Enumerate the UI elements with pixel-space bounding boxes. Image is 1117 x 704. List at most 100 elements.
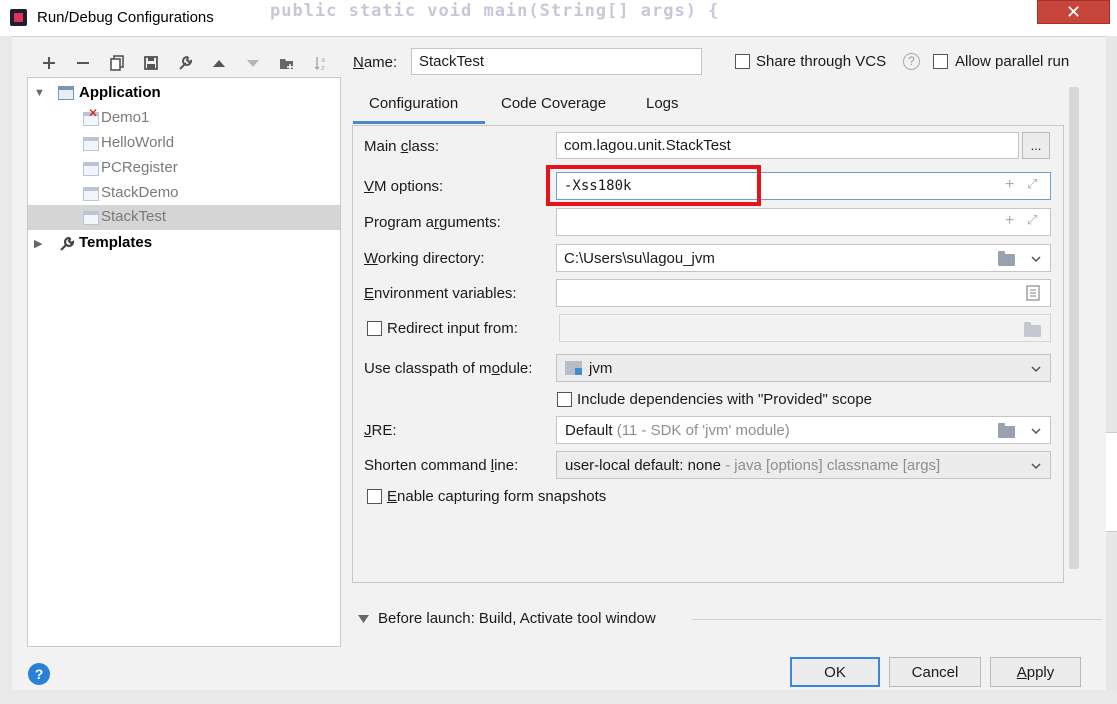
active-tab-indicator <box>353 121 485 124</box>
classpath-value: jvm <box>589 359 613 377</box>
program-arguments-label: Program arguments: <box>364 214 501 231</box>
jre-label: JRE: <box>364 422 397 439</box>
config-icon <box>83 162 99 176</box>
title-bar: Run/Debug Configurations public static v… <box>0 0 1117 36</box>
browse-main-class-button[interactable]: ... <box>1022 132 1050 159</box>
chevron-down-icon[interactable]: ▼ <box>34 87 45 99</box>
configuration-tree[interactable]: ▼ Application ✕ Demo1 HelloWorld PCRegis… <box>27 77 341 647</box>
cancel-button[interactable]: Cancel <box>889 657 981 687</box>
form-snapshots-label: Enable capturing form snapshots <box>387 488 607 505</box>
tree-item-pcregister[interactable]: PCRegister <box>28 156 340 181</box>
form-snapshots-checkbox[interactable] <box>367 489 382 504</box>
chevron-right-icon[interactable]: ▶ <box>34 237 42 250</box>
apply-button[interactable]: Apply <box>990 657 1081 687</box>
working-directory-label: Working directory: <box>364 250 485 267</box>
tree-item-demo1[interactable]: ✕ Demo1 <box>28 106 340 131</box>
chevron-down-icon[interactable] <box>1031 254 1041 264</box>
share-vcs-checkbox[interactable] <box>735 54 750 69</box>
folder-icon <box>1024 322 1041 337</box>
allow-parallel-checkbox[interactable] <box>933 54 948 69</box>
run-debug-dialog: az ▼ Application ✕ Demo1 HelloWorld PCRe… <box>12 36 1106 690</box>
add-icon[interactable]: + <box>1005 212 1014 230</box>
redirect-input-field <box>559 314 1051 342</box>
environment-variables-input[interactable] <box>556 279 1051 307</box>
tree-item-label: Templates <box>79 234 153 251</box>
intellij-app-icon <box>10 9 27 26</box>
background-editor-code: public static void main(String[] args) { <box>270 1 720 21</box>
move-up-icon[interactable] <box>202 51 236 75</box>
chevron-down-icon[interactable] <box>1031 364 1041 374</box>
background-editor-left <box>0 36 12 704</box>
add-icon[interactable] <box>32 51 66 75</box>
document-icon[interactable] <box>1026 285 1040 301</box>
tree-item-helloworld[interactable]: HelloWorld <box>28 131 340 156</box>
config-icon <box>83 211 99 225</box>
tab-code-coverage[interactable]: Code Coverage <box>501 95 606 112</box>
sort-icon[interactable]: az <box>304 51 338 75</box>
jre-detail: (11 - SDK of 'jvm' module) <box>616 421 790 439</box>
tree-item-label: StackTest <box>101 208 167 225</box>
collapse-arrow-icon[interactable] <box>358 615 369 624</box>
jre-select[interactable]: Default (11 - SDK of 'jvm' module) <box>556 416 1051 444</box>
error-icon: ✕ <box>88 106 99 120</box>
shorten-value: user-local default: none <box>565 456 721 474</box>
add-icon[interactable]: + <box>1005 176 1014 194</box>
ok-button[interactable]: OK <box>790 657 880 687</box>
wrench-icon <box>58 235 76 257</box>
highlight-annotation <box>546 165 761 206</box>
save-icon[interactable] <box>134 51 168 75</box>
working-directory-input[interactable]: C:\Users\su\lagou_jvm <box>556 244 1051 272</box>
jre-value: Default <box>565 421 613 439</box>
tab-logs[interactable]: Logs <box>646 95 679 112</box>
background-editor-fragment <box>1106 432 1117 532</box>
background-editor-bottom <box>0 690 1117 704</box>
tree-item-label: PCRegister <box>101 159 178 176</box>
tree-item-label: Demo1 <box>101 109 150 126</box>
expand-icon[interactable]: ⤢ <box>1027 176 1037 192</box>
shorten-command-line-label: Shorten command line: <box>364 457 519 474</box>
help-icon[interactable]: ? <box>903 53 920 70</box>
help-button[interactable]: ? <box>28 663 50 685</box>
scrollbar-thumb[interactable] <box>1069 87 1079 569</box>
expand-icon[interactable]: ⤢ <box>1027 212 1037 228</box>
background-editor-right <box>1106 36 1117 704</box>
window-title: Run/Debug Configurations <box>37 9 214 26</box>
window-close-button[interactable]: ✕ <box>1037 0 1110 24</box>
include-dependencies-checkbox[interactable] <box>557 392 572 407</box>
wrench-icon[interactable] <box>168 51 202 75</box>
chevron-down-icon[interactable] <box>1031 426 1041 436</box>
share-vcs-label: Share through VCS <box>756 53 887 70</box>
remove-icon[interactable] <box>66 51 100 75</box>
tree-item-label: StackDemo <box>101 184 179 201</box>
tree-item-templates[interactable]: ▶ Templates <box>28 231 340 256</box>
name-input[interactable]: StackTest <box>411 48 702 75</box>
vm-options-label: VM options: <box>364 178 444 195</box>
environment-variables-label: Environment variables: <box>364 285 517 302</box>
folder-icon[interactable] <box>998 251 1015 266</box>
copy-icon[interactable] <box>100 51 134 75</box>
folder-add-icon[interactable] <box>270 51 304 75</box>
svg-text:z: z <box>321 64 325 72</box>
redirect-input-checkbox[interactable] <box>367 321 382 336</box>
move-down-icon[interactable] <box>236 51 270 75</box>
program-arguments-input[interactable] <box>556 208 1051 236</box>
folder-icon[interactable] <box>998 423 1015 438</box>
before-launch-label[interactable]: Before launch: Build, Activate tool wind… <box>378 610 656 627</box>
config-icon <box>83 137 99 151</box>
tab-configuration[interactable]: Configuration <box>369 95 458 112</box>
shorten-command-line-select[interactable]: user-local default: none - java [options… <box>556 451 1051 479</box>
tree-item-stackdemo[interactable]: StackDemo <box>28 181 340 206</box>
config-toolbar: az <box>32 51 338 75</box>
classpath-select[interactable]: jvm <box>556 354 1051 382</box>
shorten-detail: - java [options] classname [args] <box>725 456 941 474</box>
main-class-input[interactable]: com.lagou.unit.StackTest <box>556 132 1019 159</box>
chevron-down-icon[interactable] <box>1031 461 1041 471</box>
section-divider <box>692 619 1102 620</box>
module-icon <box>565 361 582 375</box>
main-class-label: Main class: <box>364 138 440 155</box>
name-label: Name: <box>353 54 398 71</box>
include-dependencies-label: Include dependencies with "Provided" sco… <box>577 391 873 408</box>
tree-item-label: Application <box>79 84 161 101</box>
tree-item-stacktest[interactable]: StackTest <box>28 205 340 230</box>
tree-item-application[interactable]: ▼ Application <box>28 81 340 106</box>
